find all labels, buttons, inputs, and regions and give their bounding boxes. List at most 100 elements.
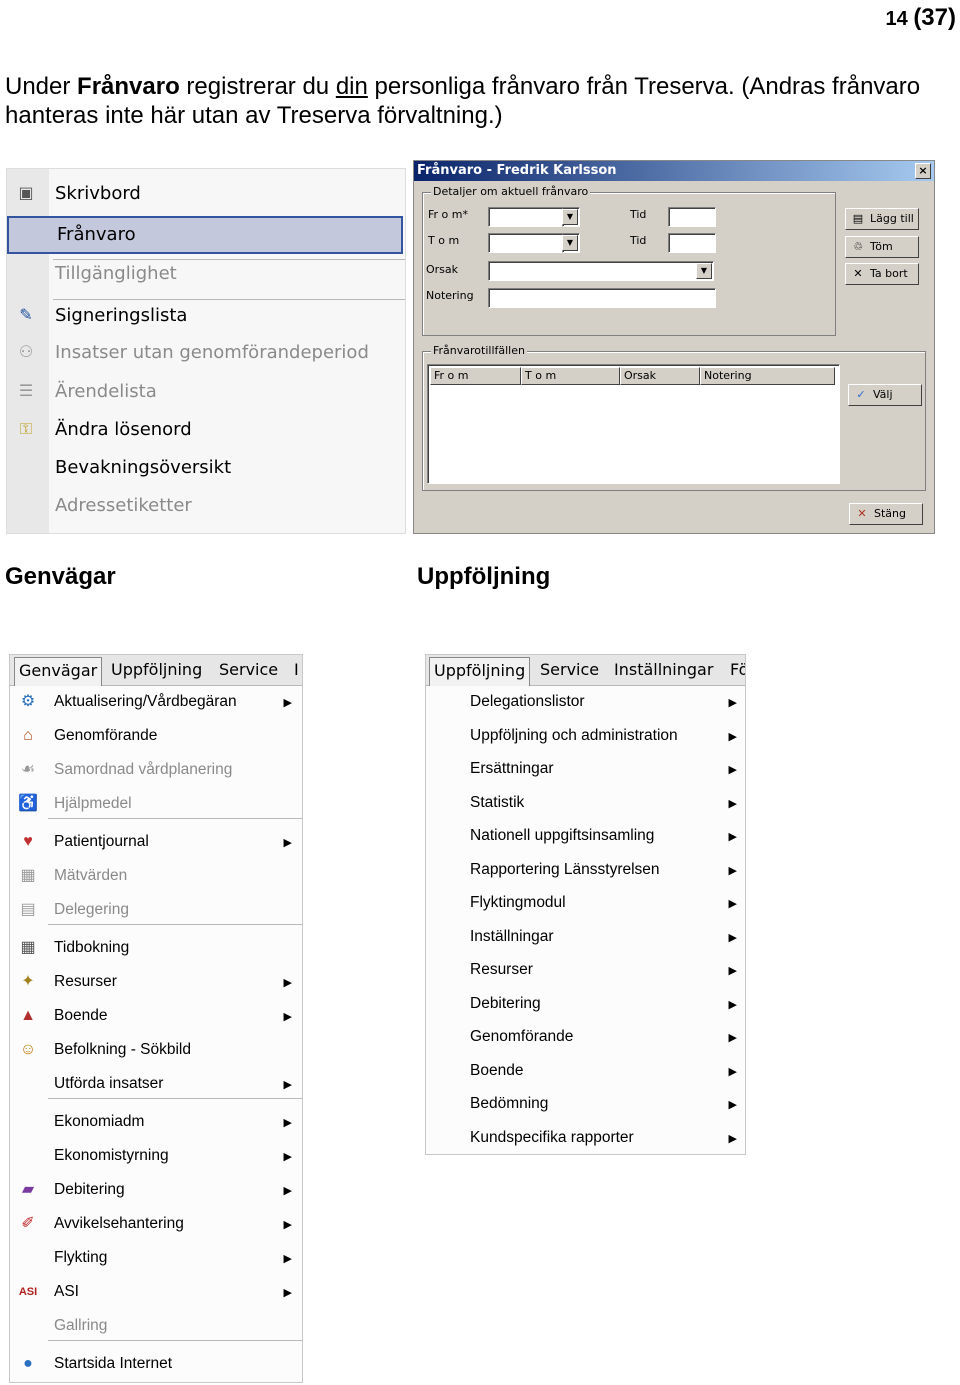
from-time-field[interactable] bbox=[668, 207, 716, 227]
add-button-label: Lägg till bbox=[870, 212, 914, 225]
menu-item-label: Signeringslista bbox=[55, 305, 188, 326]
uppfoljning-item[interactable]: Statistik ▶ bbox=[426, 787, 745, 820]
column-header[interactable]: Notering bbox=[700, 367, 835, 385]
menubar-genvagar[interactable]: Genvägar bbox=[14, 657, 103, 686]
genvagar-menu: ⚙ Aktualisering/Vårdbegäran ▶ ⌂ Genomförande… bbox=[10, 686, 302, 1382]
genvagar-item[interactable]: ♥ Patientjournal ▶ bbox=[10, 826, 302, 858]
shortcut-item[interactable]: ▣ Skrivbord bbox=[7, 177, 405, 211]
shortcut-item[interactable]: Tillgänglighet bbox=[7, 257, 405, 291]
genvagar-item[interactable]: ✦ Resurser ▶ bbox=[10, 966, 302, 998]
from-date-field[interactable] bbox=[488, 207, 568, 227]
submenu-arrow-icon: ▶ bbox=[283, 1117, 292, 1129]
building-icon: ▲ bbox=[20, 1007, 36, 1024]
genvagar-item[interactable]: ▰ Debitering ▶ bbox=[10, 1174, 302, 1206]
shortcut-item[interactable]: Bevakningsöversikt bbox=[7, 451, 405, 485]
calendar-icon: ▦ bbox=[20, 939, 36, 956]
shortcut-item[interactable]: ⚿ Ändra lösenord bbox=[7, 413, 405, 447]
absence-list[interactable]: Fr o m T o m Orsak Notering bbox=[427, 364, 840, 484]
submenu-arrow-icon: ▶ bbox=[728, 764, 737, 776]
occasions-group-title: Frånvarotillfällen bbox=[431, 344, 527, 357]
clear-button[interactable]: ♲ Töm bbox=[845, 236, 919, 258]
genvagar-item[interactable]: ✐ Avvikelsehantering ▶ bbox=[10, 1208, 302, 1240]
genvagar-item[interactable]: Utförda insatser ▶ bbox=[10, 1068, 302, 1100]
genvagar-item[interactable]: ☙ Samordnad vårdplanering bbox=[10, 754, 302, 786]
pen-icon: ✐ bbox=[21, 1215, 35, 1232]
menu-item-label: Mätvärden bbox=[54, 867, 128, 884]
genvagar-item[interactable]: ▤ Delegering bbox=[10, 894, 302, 926]
clear-button-label: Töm bbox=[870, 240, 893, 253]
menubar-uppfoljning[interactable]: Uppföljning bbox=[429, 657, 531, 686]
genvagar-item[interactable]: Flykting ▶ bbox=[10, 1242, 302, 1274]
menubar-service[interactable]: Service bbox=[540, 660, 599, 679]
uppfoljning-item[interactable]: Debitering ▶ bbox=[426, 988, 745, 1021]
tom-time-field[interactable] bbox=[668, 233, 716, 253]
shortcut-item[interactable]: Frånvaro bbox=[7, 216, 403, 254]
genvagar-item[interactable]: ASI ASI ▶ bbox=[10, 1276, 302, 1308]
menubar-more[interactable]: I bbox=[294, 660, 299, 679]
genvagar-item[interactable]: Ekonomistyrning ▶ bbox=[10, 1140, 302, 1172]
uppfoljning-menu: Delegationslistor ▶ Uppföljning och admini… bbox=[426, 686, 745, 1154]
genvagar-item[interactable]: ▲ Boende ▶ bbox=[10, 1000, 302, 1032]
close-button[interactable]: ✕ Stäng bbox=[849, 503, 923, 525]
uppfoljning-item[interactable]: Nationell uppgiftsinsamling ▶ bbox=[426, 820, 745, 853]
menu-item-label: Befolkning - Sökbild bbox=[54, 1041, 191, 1058]
menubar-installningar[interactable]: Inställningar bbox=[614, 660, 713, 679]
submenu-arrow-icon: ▶ bbox=[728, 998, 737, 1011]
uppfoljning-item[interactable]: Ersättningar ▶ bbox=[426, 753, 745, 786]
genvagar-item[interactable]: ▦ Mätvärden bbox=[10, 860, 302, 892]
uppfoljning-item[interactable]: Uppföljning och administration ▶ bbox=[426, 720, 745, 753]
genvagar-item[interactable]: ● Startsida Internet bbox=[10, 1348, 302, 1380]
genvagar-item[interactable]: ⌂ Genomförande bbox=[10, 720, 302, 752]
tom-date-field[interactable] bbox=[488, 233, 568, 253]
genvagar-item[interactable]: ♿ Hjälpmedel bbox=[10, 788, 302, 820]
shortcut-item[interactable]: ☰ Ärendelista bbox=[7, 375, 405, 409]
genvagar-item[interactable]: ⚙ Aktualisering/Vårdbegäran ▶ bbox=[10, 686, 302, 718]
shortcut-item[interactable]: ⚇ Insatser utan genomförandeperiod bbox=[7, 336, 405, 370]
chevron-down-icon: ▼ bbox=[562, 209, 578, 225]
uppfoljning-item[interactable]: Delegationslistor ▶ bbox=[426, 686, 745, 719]
submenu-arrow-icon: ▶ bbox=[728, 1065, 737, 1078]
heart-icon: ♥ bbox=[23, 833, 33, 850]
submenu-arrow-icon: ▶ bbox=[283, 837, 292, 849]
close-icon[interactable]: × bbox=[915, 163, 931, 179]
delete-button-label: Ta bort bbox=[870, 267, 908, 280]
column-header[interactable]: T o m bbox=[521, 367, 620, 385]
column-header[interactable]: Fr o m bbox=[430, 367, 521, 385]
uppfoljning-item[interactable]: Resurser ▶ bbox=[426, 954, 745, 987]
document-icon: ▤ bbox=[20, 901, 36, 918]
add-button[interactable]: ▤ Lägg till bbox=[845, 208, 919, 230]
genvagar-item[interactable]: ☺ Befolkning - Sökbild bbox=[10, 1034, 302, 1066]
menu-item-label: Resurser bbox=[470, 961, 533, 978]
uppfoljning-item[interactable]: Genomförande ▶ bbox=[426, 1021, 745, 1054]
menubar-service[interactable]: Service bbox=[219, 660, 278, 679]
submenu-arrow-icon: ▶ bbox=[283, 1151, 292, 1163]
column-header[interactable]: Orsak bbox=[620, 367, 700, 385]
genvagar-item[interactable]: Ekonomiadm ▶ bbox=[10, 1106, 302, 1138]
asi-icon: ASI bbox=[18, 1286, 38, 1298]
uppfoljning-item[interactable]: Inställningar ▶ bbox=[426, 921, 745, 954]
tom-date-dropdown[interactable]: ▼ bbox=[562, 233, 580, 253]
intro-paragraph: Under Frånvaro registrerar du din person… bbox=[5, 72, 945, 130]
genvagar-item[interactable]: Gallring bbox=[10, 1310, 302, 1342]
genvagar-item[interactable]: ▦ Tidbokning bbox=[10, 932, 302, 964]
delete-button[interactable]: ✕ Ta bort bbox=[845, 263, 919, 285]
uppfoljning-item[interactable]: Bedömning ▶ bbox=[426, 1088, 745, 1121]
submenu-arrow-icon: ▶ bbox=[283, 1219, 292, 1231]
from-date-dropdown[interactable]: ▼ bbox=[562, 207, 580, 227]
shortcut-item[interactable]: ✎ Signeringslista bbox=[7, 299, 405, 333]
uppfoljning-item[interactable]: Kundspecifika rapporter ▶ bbox=[426, 1122, 745, 1155]
shortcut-item[interactable]: Adressetiketter bbox=[7, 489, 405, 523]
broom-icon: ♲ bbox=[853, 240, 863, 253]
handshake-icon: ☙ bbox=[20, 761, 36, 778]
select-button-label: Välj bbox=[873, 388, 893, 401]
uppfoljning-item[interactable]: Boende ▶ bbox=[426, 1055, 745, 1088]
menubar-more[interactable]: Fö bbox=[730, 660, 745, 679]
notering-field[interactable] bbox=[488, 288, 716, 308]
orsak-select[interactable]: ▼ bbox=[488, 261, 714, 281]
select-button[interactable]: ✓ Välj bbox=[848, 384, 922, 406]
uppfoljning-item[interactable]: Rapportering Länsstyrelsen ▶ bbox=[426, 854, 745, 887]
menubar-uppfoljning[interactable]: Uppföljning bbox=[111, 660, 202, 679]
chevron-down-icon: ▼ bbox=[696, 263, 712, 279]
uppfoljning-item[interactable]: Flyktingmodul ▶ bbox=[426, 887, 745, 920]
wheelchair-icon: ♿ bbox=[18, 795, 38, 812]
